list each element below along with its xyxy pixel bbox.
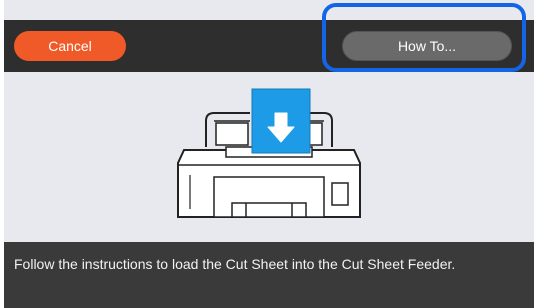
- printer-cut-sheet-feeder-icon: [177, 88, 361, 218]
- cancel-button[interactable]: Cancel: [14, 31, 126, 61]
- instruction-bar: Follow the instructions to load the Cut …: [4, 242, 534, 308]
- instruction-text: Follow the instructions to load the Cut …: [14, 256, 456, 272]
- how-to-highlight-frame: [322, 3, 526, 72]
- arrow-down-icon: [267, 112, 295, 143]
- printer-illustration: [154, 85, 384, 225]
